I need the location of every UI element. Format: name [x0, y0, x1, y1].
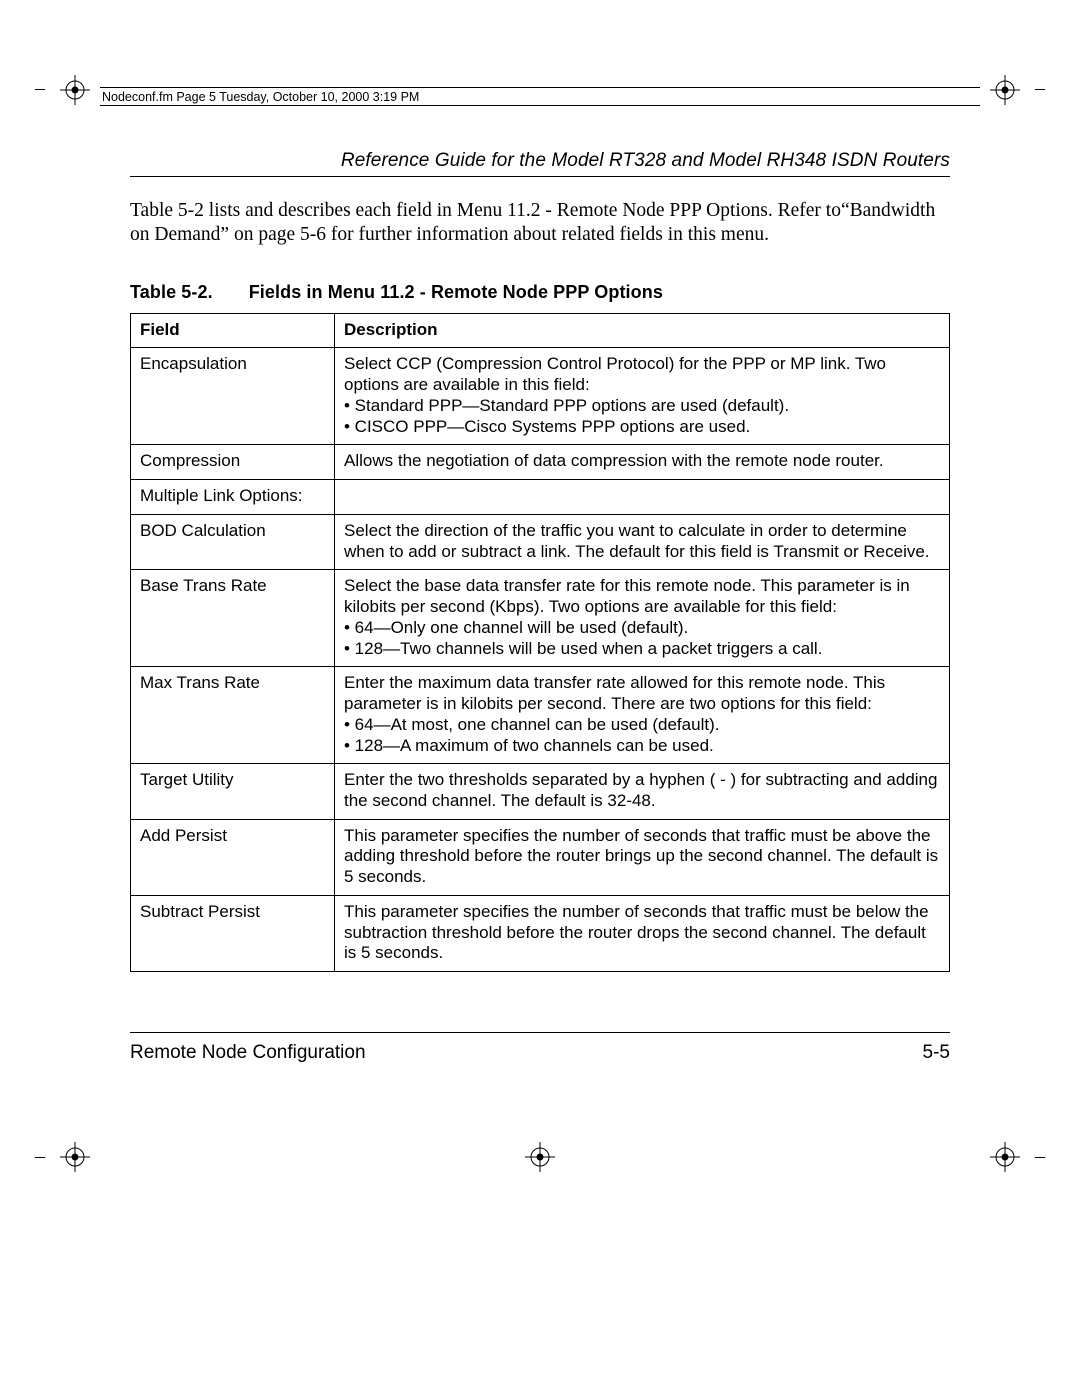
cell-description: Enter the maximum data transfer rate all… [335, 667, 950, 764]
cell-field: Multiple Link Options: [131, 480, 335, 515]
cell-description: Allows the negotiation of data compressi… [335, 445, 950, 480]
cell-subfield: Target Utility [131, 764, 335, 819]
table-caption-label: Table 5-2. [130, 282, 213, 303]
table-row: Add Persist This parameter specifies the… [131, 819, 950, 895]
cell-subfield: Subtract Persist [131, 895, 335, 971]
table-row: Base Trans Rate Select the base data tra… [131, 570, 950, 667]
crop-mark-icon [60, 1142, 90, 1172]
table-row: Max Trans Rate Enter the maximum data tr… [131, 667, 950, 764]
print-header: Nodeconf.fm Page 5 Tuesday, October 10, … [100, 87, 980, 106]
cell-description: Select the direction of the traffic you … [335, 514, 950, 569]
table-header-row: Field Description [131, 313, 950, 348]
table-caption-title: Fields in Menu 11.2 - Remote Node PPP Op… [249, 282, 663, 302]
cell-description: This parameter specifies the number of s… [335, 895, 950, 971]
table-row: Target Utility Enter the two thresholds … [131, 764, 950, 819]
cell-subfield: BOD Calculation [131, 514, 335, 569]
crop-mark-icon [990, 1142, 1020, 1172]
table-row: Subtract Persist This parameter specifie… [131, 895, 950, 971]
cell-description [335, 480, 950, 515]
footer-section-title: Remote Node Configuration [130, 1042, 366, 1064]
crop-tick [35, 1157, 45, 1158]
col-field: Field [131, 313, 335, 348]
page-footer: Remote Node Configuration 5-5 [130, 1032, 950, 1064]
crop-tick [1035, 89, 1045, 90]
crop-mark-icon [60, 75, 90, 105]
col-description: Description [335, 313, 950, 348]
table-row: Encapsulation Select CCP (Compression Co… [131, 348, 950, 445]
footer-page-number: 5-5 [923, 1042, 950, 1064]
cell-description: Select the base data transfer rate for t… [335, 570, 950, 667]
cell-field: Compression [131, 445, 335, 480]
document-title: Reference Guide for the Model RT328 and … [130, 150, 950, 177]
crop-tick [1035, 1157, 1045, 1158]
cell-field: Encapsulation [131, 348, 335, 445]
table-row: BOD Calculation Select the direction of … [131, 514, 950, 569]
fields-table: Field Description Encapsulation Select C… [130, 313, 950, 972]
table-row: Multiple Link Options: [131, 480, 950, 515]
cell-subfield: Add Persist [131, 819, 335, 895]
cell-subfield: Base Trans Rate [131, 570, 335, 667]
cell-subfield: Max Trans Rate [131, 667, 335, 764]
crop-tick [35, 89, 45, 90]
cell-description: Enter the two thresholds separated by a … [335, 764, 950, 819]
crop-mark-icon [990, 75, 1020, 105]
cell-description: Select CCP (Compression Control Protocol… [335, 348, 950, 445]
crop-mark-icon [525, 1142, 555, 1172]
intro-paragraph: Table 5-2 lists and describes each field… [130, 199, 950, 248]
table-row: Compression Allows the negotiation of da… [131, 445, 950, 480]
table-caption: Table 5-2. Fields in Menu 11.2 - Remote N… [130, 282, 950, 303]
cell-description: This parameter specifies the number of s… [335, 819, 950, 895]
